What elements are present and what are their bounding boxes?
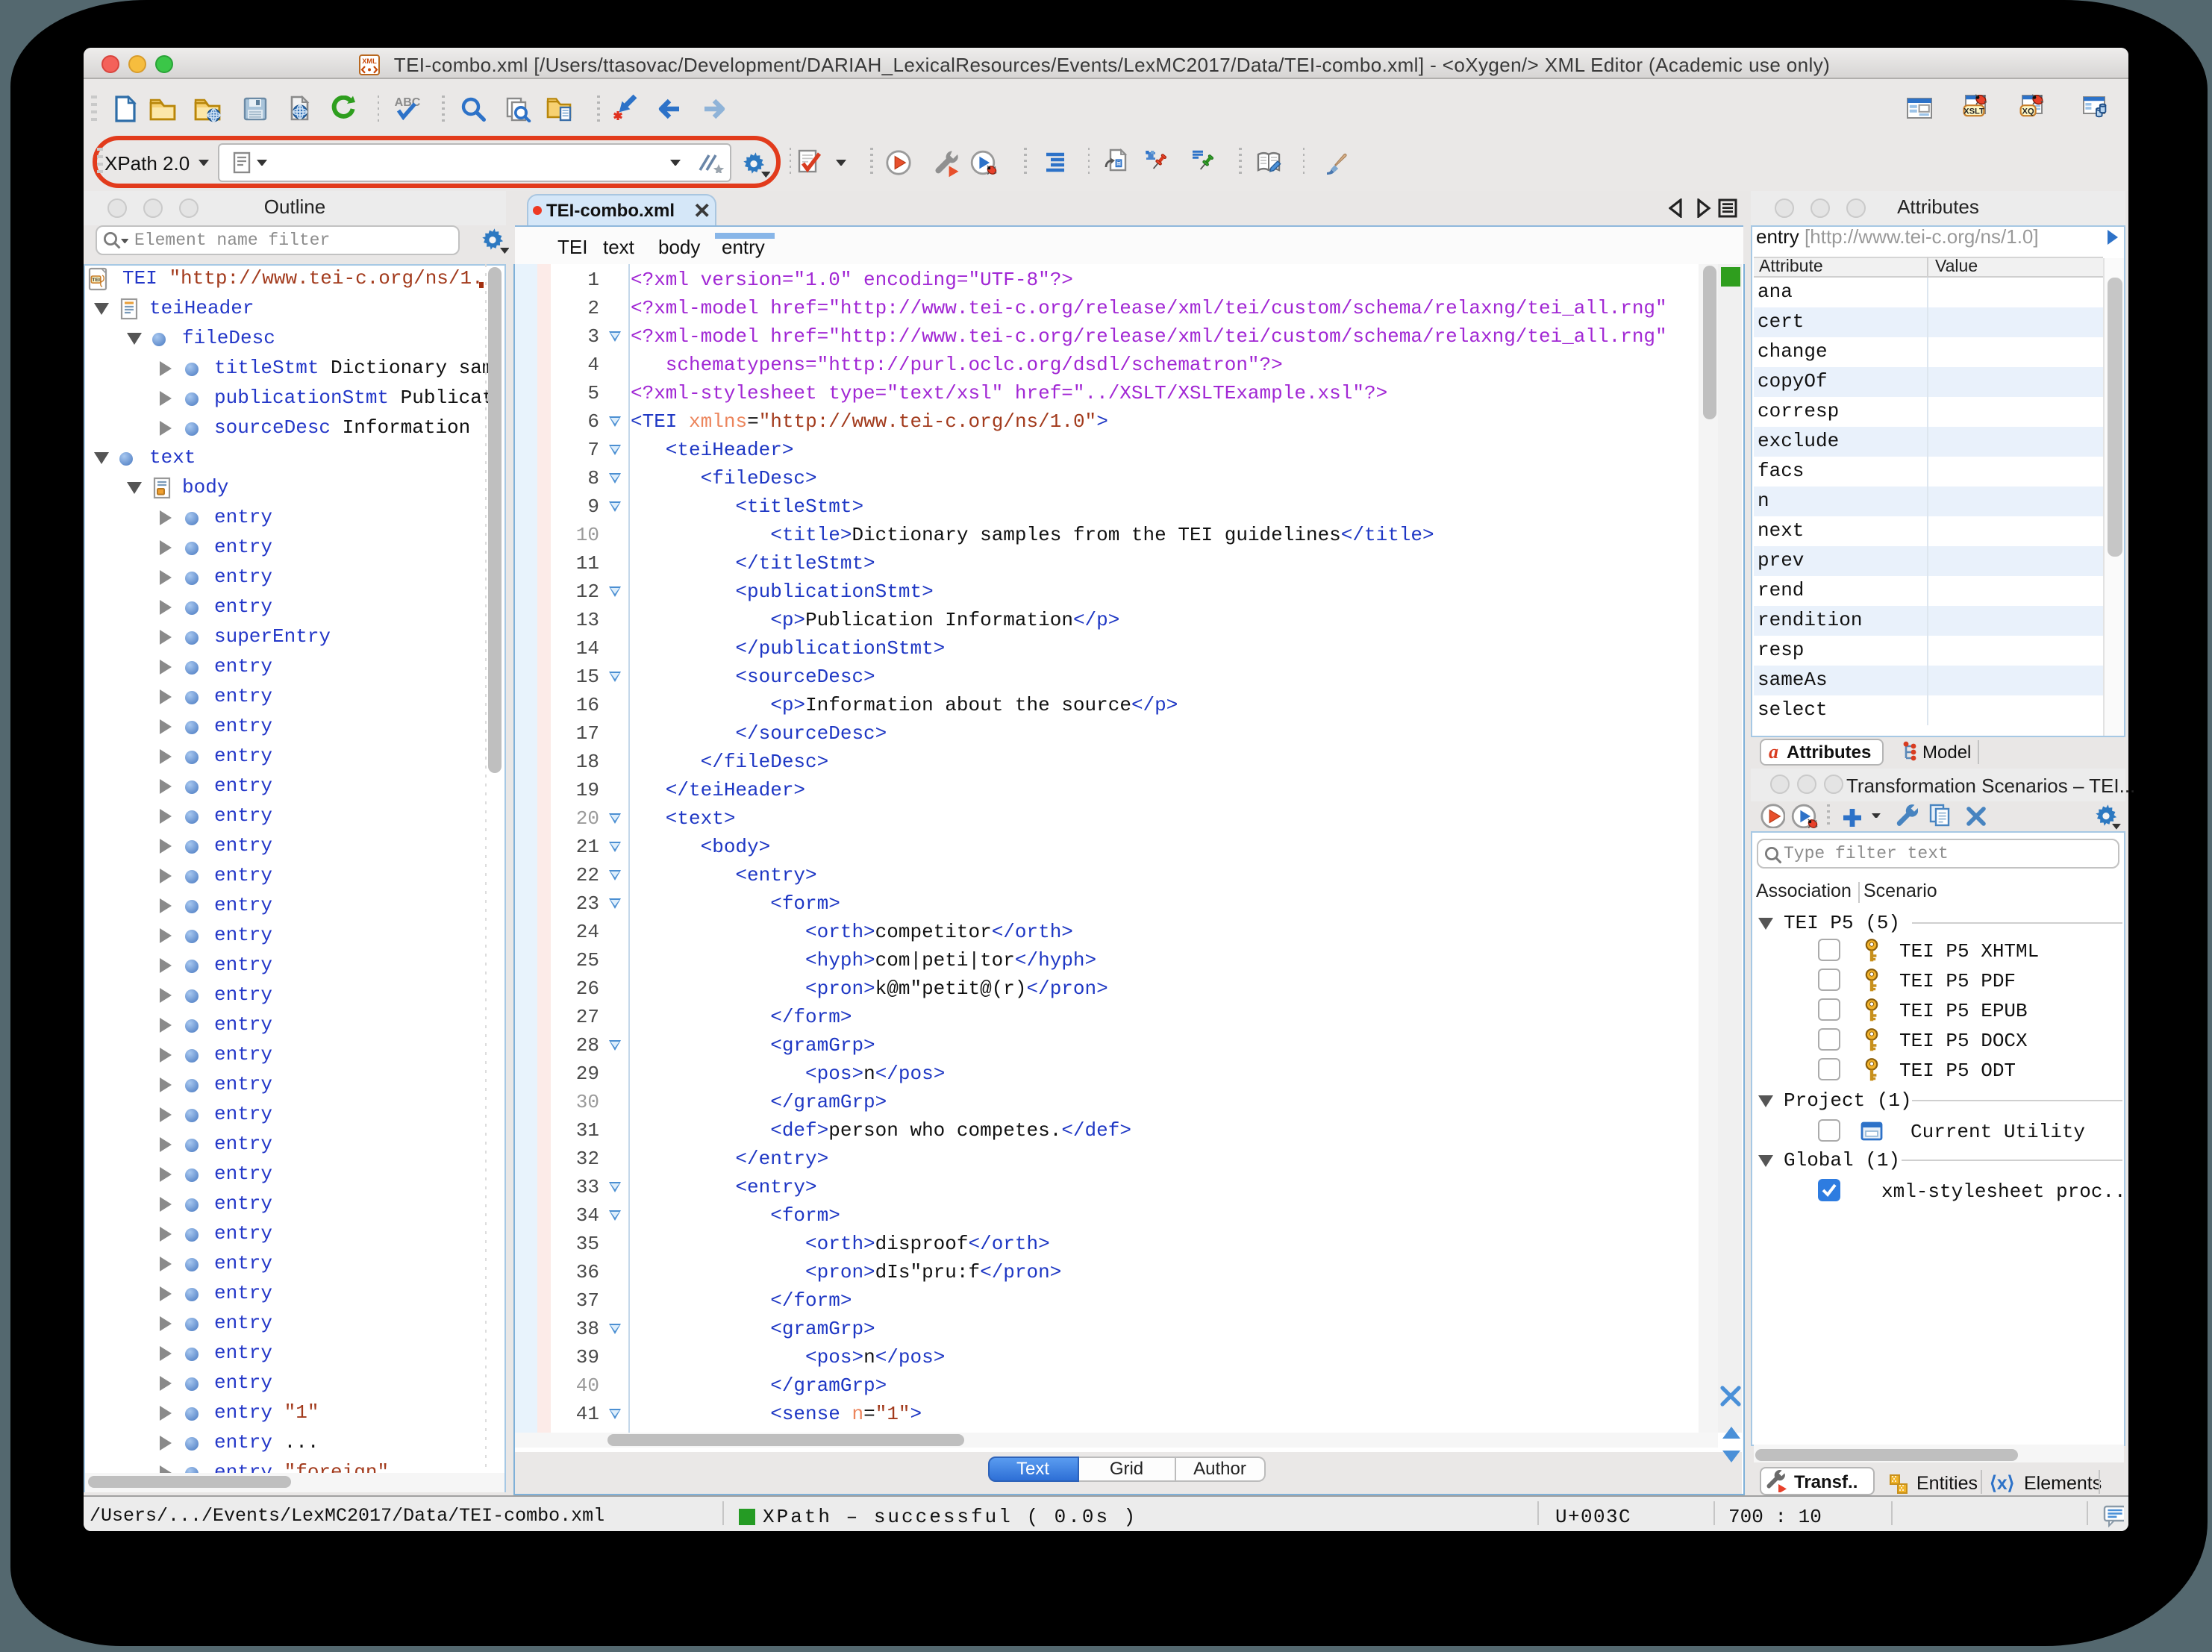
svg-text:XSLT: XSLT [1963, 107, 1984, 116]
svg-text:XQ: XQ [2022, 107, 2034, 116]
svg-text:ABC: ABC [395, 96, 421, 109]
svg-text:TEI: TEI [92, 278, 100, 283]
